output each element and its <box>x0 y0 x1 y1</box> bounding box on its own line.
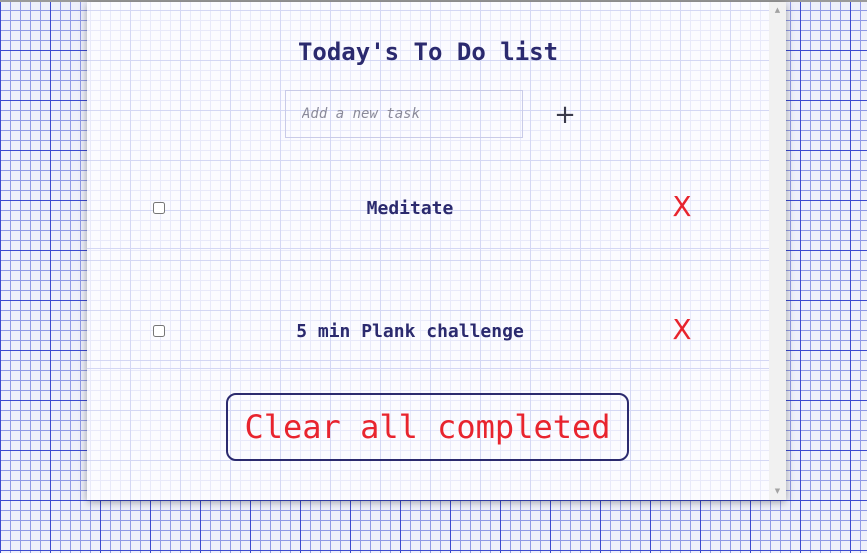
delete-task-button[interactable]: X <box>669 190 695 224</box>
todo-card: Today's To Do list + Meditate X 5 min Pl… <box>87 2 786 500</box>
task-item: 5 min Plank challenge X <box>87 311 769 351</box>
vertical-scrollbar[interactable]: ▲ ▼ <box>769 2 786 500</box>
scroll-up-icon[interactable]: ▲ <box>769 2 786 19</box>
task-item: Meditate X <box>87 188 769 228</box>
task-complete-checkbox[interactable] <box>153 325 165 337</box>
task-text: 5 min Plank challenge <box>296 321 524 342</box>
delete-task-button[interactable]: X <box>669 313 695 347</box>
task-divider <box>87 248 769 249</box>
task-divider <box>87 368 769 369</box>
clear-completed-button[interactable]: Clear all completed <box>226 393 629 461</box>
task-complete-checkbox[interactable] <box>153 202 165 214</box>
add-task-button[interactable]: + <box>550 100 580 130</box>
scroll-down-icon[interactable]: ▼ <box>769 483 786 500</box>
task-text: Meditate <box>366 198 454 219</box>
new-task-input[interactable] <box>285 90 523 138</box>
page-title: Today's To Do list <box>297 38 559 66</box>
